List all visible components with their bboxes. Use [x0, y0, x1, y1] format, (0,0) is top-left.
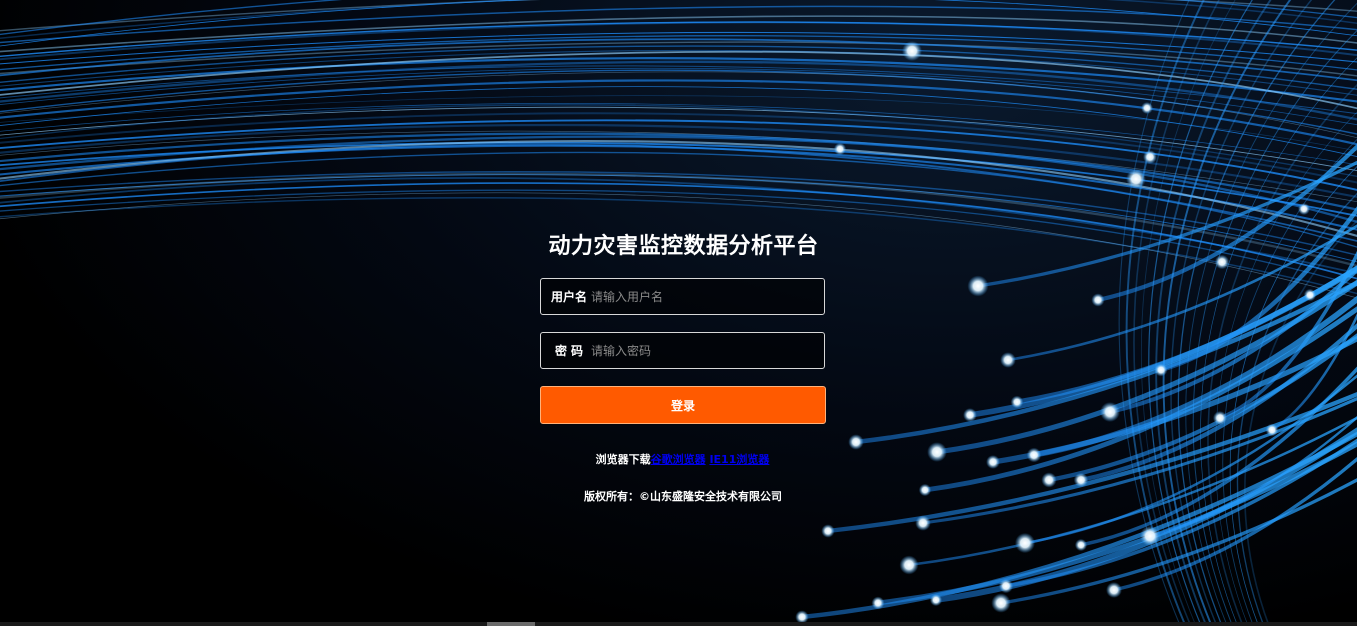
chrome-download-link[interactable]: 谷歌浏览器: [651, 453, 706, 466]
horizontal-scrollbar[interactable]: [0, 622, 1357, 626]
password-input[interactable]: [591, 335, 818, 366]
ie11-download-link[interactable]: IE11浏览器: [709, 453, 769, 466]
download-prefix: 浏览器下载: [595, 453, 651, 466]
username-label: 用户名: [550, 290, 587, 304]
browser-download-line: 浏览器下载谷歌浏览器 IE11浏览器: [0, 451, 1357, 467]
page-title: 动力灾害监控数据分析平台: [548, 234, 819, 259]
scrollbar-thumb[interactable]: [487, 622, 535, 626]
username-field: 用户名: [540, 278, 825, 315]
password-field: 密码: [540, 332, 825, 369]
copyright-text: 版权所有：©山东盛隆安全技术有限公司: [584, 490, 782, 503]
login-button[interactable]: 登录: [540, 386, 826, 424]
username-input[interactable]: [591, 281, 818, 312]
login-page: 动力灾害监控数据分析平台 用户名 密码 登录 浏览器下载谷歌浏览器 IE11浏览…: [0, 0, 1357, 626]
password-label: 密码: [554, 344, 587, 358]
